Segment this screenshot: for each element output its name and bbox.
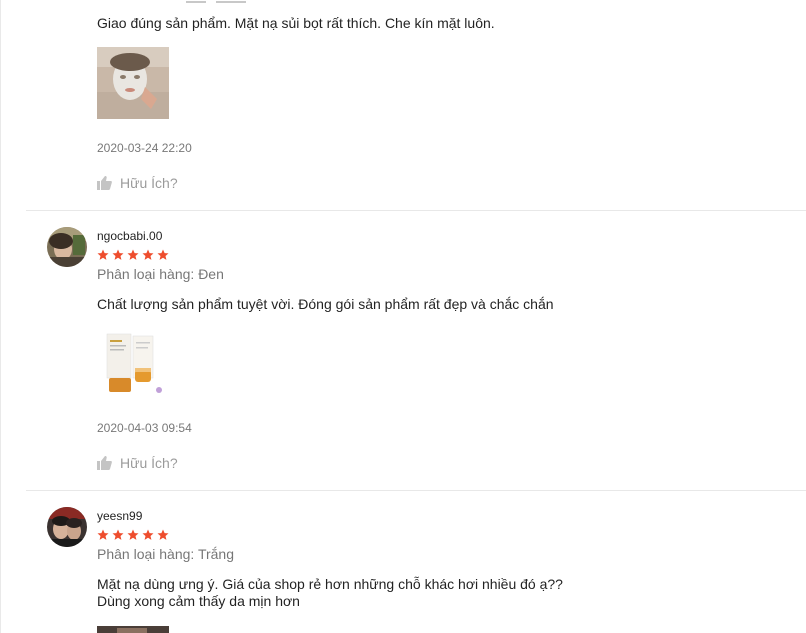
- reviewer-username[interactable]: ngocbabi.00: [97, 229, 162, 243]
- thumbs-up-icon: [97, 176, 112, 190]
- avatar[interactable]: [47, 227, 87, 267]
- helpful-label: Hữu Ích?: [120, 455, 178, 471]
- star-icon: [157, 529, 169, 541]
- helpful-button[interactable]: Hữu Ích?: [97, 455, 178, 471]
- star-rating: [97, 529, 169, 541]
- variant-label: Phân loại hàng: Trắng: [97, 546, 234, 562]
- star-icon: [157, 249, 169, 261]
- review-photo[interactable]: [97, 47, 169, 119]
- cut-off-variant-text: [186, 0, 276, 3]
- reviewer-username[interactable]: yeesn99: [97, 509, 142, 523]
- thumbs-up-icon: [97, 456, 112, 470]
- helpful-label: Hữu Ích?: [120, 175, 178, 191]
- star-icon: [127, 529, 139, 541]
- helpful-button[interactable]: Hữu Ích?: [97, 175, 178, 191]
- star-icon: [142, 249, 154, 261]
- product-reviews-list: Giao đúng sản phẩm. Mặt nạ sủi bọt rất t…: [0, 0, 806, 633]
- star-icon: [112, 529, 124, 541]
- review-timestamp: 2020-04-03 09:54: [97, 421, 192, 435]
- star-icon: [97, 249, 109, 261]
- review-comment-line: Mặt nạ dùng ưng ý. Giá của shop rẻ hơn n…: [97, 576, 563, 592]
- avatar[interactable]: [47, 507, 87, 547]
- star-icon: [142, 529, 154, 541]
- review-photo[interactable]: [97, 623, 169, 633]
- star-icon: [127, 249, 139, 261]
- review-divider: [26, 210, 806, 211]
- review-photo[interactable]: [97, 328, 169, 400]
- star-rating: [97, 249, 169, 261]
- left-border: [0, 0, 1, 633]
- star-icon: [112, 249, 124, 261]
- star-icon: [97, 529, 109, 541]
- review-comment-line: Dùng xong cảm thấy da mịn hơn: [97, 593, 300, 609]
- variant-label: Phân loại hàng: Đen: [97, 266, 224, 282]
- review-comment: Chất lượng sản phẩm tuyệt vời. Đóng gói …: [97, 296, 554, 312]
- review-comment: Giao đúng sản phẩm. Mặt nạ sủi bọt rất t…: [97, 15, 495, 31]
- review-timestamp: 2020-03-24 22:20: [97, 141, 192, 155]
- review-divider: [26, 490, 806, 491]
